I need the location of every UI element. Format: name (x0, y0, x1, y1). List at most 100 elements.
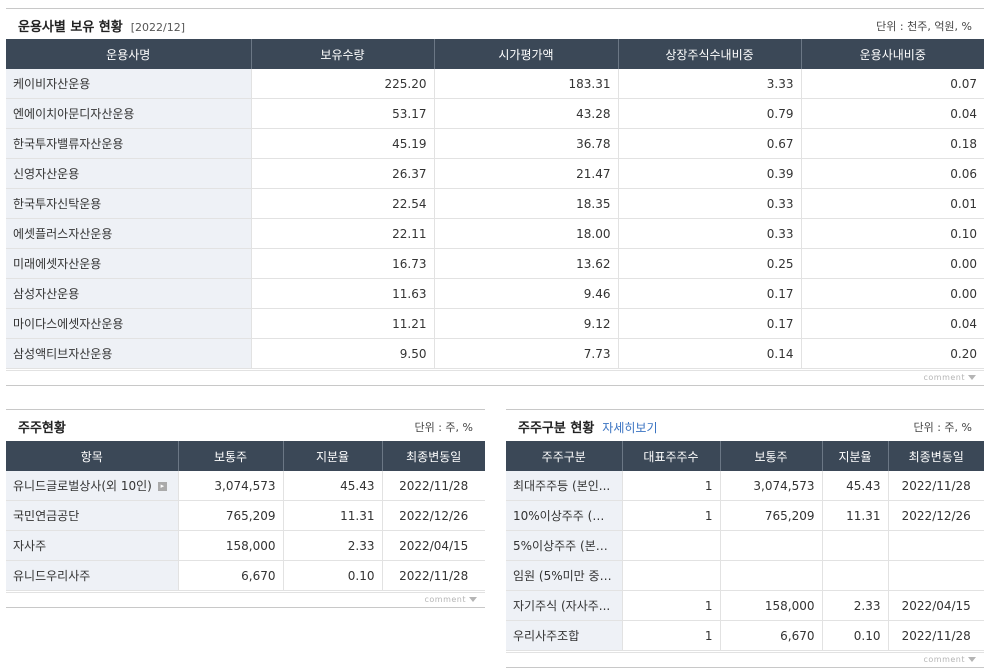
cell-value: 한국투자밸류자산운용 (13, 137, 124, 151)
shareholder-type-footer: comment (506, 652, 984, 668)
table-row: 엔에이치아문디자산운용 53.17 43.28 0.79 0.04 (6, 98, 984, 129)
cell-value: 0.79 (766, 106, 794, 121)
row-cell: 0.07 (801, 69, 984, 99)
fund-holdings-unit: 단위 : 천주, 억원, % (876, 20, 972, 33)
table-row: 에셋플러스자산운용 22.11 18.00 0.33 0.10 (6, 218, 984, 249)
table-header-row: 운용사명 보유수량 시가평가액 상장주식수내비중 운용사내비중 (6, 39, 984, 69)
table-header-row: 주주구분 대표주주수 보통주 지분율 최종변동일 (506, 441, 984, 471)
row-label: 자기주식 (자사주... (506, 590, 623, 621)
cell-value: 2022/12/26 (901, 508, 971, 523)
shareholder-type-table: 주주구분 대표주주수 보통주 지분율 최종변동일 최대주주등 (본인... 1 3,… (506, 441, 984, 651)
cell-value: 우리사주조합 (513, 629, 580, 643)
row-cell: 2022/11/28 (888, 620, 984, 651)
row-cell: 45.43 (283, 471, 383, 501)
row-cell: 2022/12/26 (888, 500, 984, 531)
cell-value: 13.62 (576, 256, 611, 271)
row-cell: 0.10 (283, 560, 383, 591)
col-header-share-ratio: 지분율 (283, 441, 383, 471)
row-cell: 11.31 (822, 500, 889, 531)
cell-value: 11.31 (340, 508, 375, 523)
row-cell: 0.18 (801, 128, 984, 159)
table-row: 5%이상주주 (본인... (506, 530, 984, 561)
shareholder-type-title-text: 주주구분 현황 (518, 421, 595, 436)
fund-holdings-title-text: 운용사별 보유 현황 (18, 20, 123, 35)
comment-toggle[interactable]: comment (923, 373, 976, 382)
row-cell: 2022/04/15 (382, 530, 485, 561)
cell-value: 3,074,573 (753, 478, 815, 493)
row-label: 삼성액티브자산운용 (6, 338, 252, 369)
cell-value: 6,670 (780, 628, 815, 643)
cell-value: 9.12 (583, 316, 611, 331)
cell-value: 0.67 (766, 136, 794, 151)
cell-value: 2.33 (853, 598, 881, 613)
table-row: 한국투자밸류자산운용 45.19 36.78 0.67 0.18 (6, 128, 984, 159)
row-label: 국민연금공단 (6, 500, 179, 531)
row-cell (822, 560, 889, 591)
cell-value: 0.04 (950, 316, 977, 331)
cell-value: 5%이상주주 (본인... (513, 539, 619, 553)
row-cell: 2022/11/28 (888, 471, 984, 501)
cell-value: 마이다스에셋자산운용 (13, 317, 124, 331)
cell-value: 0.00 (950, 286, 977, 301)
table-row: 우리사주조합 1 6,670 0.10 2022/11/28 (506, 620, 984, 651)
cell-value: 0.25 (766, 256, 794, 271)
cell-value: 에셋플러스자산운용 (13, 227, 113, 241)
row-cell: 3,074,573 (178, 471, 284, 501)
row-cell: 0.10 (801, 218, 984, 249)
comment-toggle[interactable]: comment (923, 655, 976, 664)
col-header-share-ratio: 지분율 (822, 441, 889, 471)
cell-value: 158,000 (225, 538, 276, 553)
table-row: 삼성액티브자산운용 9.50 7.73 0.14 0.20 (6, 338, 984, 369)
view-details-link[interactable]: 자세히보기 (602, 421, 657, 435)
row-cell: 11.31 (283, 500, 383, 531)
cell-value: 2022/04/15 (399, 538, 469, 553)
cell-value: 0.10 (347, 568, 375, 583)
cell-value: 임원 (5%미만 중, ... (513, 569, 619, 583)
chevron-down-icon (469, 597, 477, 602)
cell-value: 765,209 (225, 508, 276, 523)
shareholder-type-title: 주주구분 현황 자세히보기 (518, 417, 658, 436)
expand-icon[interactable]: ▸ (157, 482, 167, 491)
row-cell: 6,670 (178, 560, 284, 591)
row-cell (822, 530, 889, 561)
cell-value: 0.10 (950, 226, 977, 241)
table-row: 유니드글로벌상사(외 10인) ▸ 3,074,573 45.43 2022/11/28 (6, 471, 485, 501)
row-cell: 9.46 (434, 278, 619, 309)
row-cell: 11.63 (251, 278, 435, 309)
row-cell: 2022/12/26 (382, 500, 485, 531)
row-label: 신영자산운용 (6, 158, 252, 189)
row-cell: 3.33 (618, 69, 802, 99)
row-label: 임원 (5%미만 중, ... (506, 560, 623, 591)
cell-value: 3,074,573 (214, 478, 276, 493)
cell-value: 1 (704, 628, 713, 643)
cell-value: 11.31 (846, 508, 881, 523)
cell-value: 2022/11/28 (901, 628, 971, 643)
table-row: 삼성자산운용 11.63 9.46 0.17 0.00 (6, 278, 984, 309)
row-cell: 0.67 (618, 128, 802, 159)
cell-value: 2.33 (347, 538, 375, 553)
row-cell: 0.17 (618, 278, 802, 309)
shareholders-unit: 단위 : 주, % (414, 421, 473, 434)
row-cell: 225.20 (251, 69, 435, 99)
row-label: 10%이상주주 (본... (506, 500, 623, 531)
cell-value: 22.11 (392, 226, 427, 241)
row-label: 삼성자산운용 (6, 278, 252, 309)
col-header-last-change: 최종변동일 (382, 441, 485, 471)
cell-value: 9.46 (583, 286, 611, 301)
chevron-down-icon (968, 657, 976, 662)
row-cell: 22.54 (251, 188, 435, 219)
cell-value: 18.35 (576, 196, 611, 211)
cell-value: 45.43 (340, 478, 375, 493)
row-cell: 2022/04/15 (888, 590, 984, 621)
row-cell (888, 560, 984, 591)
comment-toggle[interactable]: comment (424, 595, 477, 604)
row-label: 한국투자밸류자산운용 (6, 128, 252, 159)
col-header-listed-ratio: 상장주식수내비중 (618, 39, 802, 69)
comment-label: comment (923, 655, 965, 664)
cell-value: 삼성액티브자산운용 (13, 347, 113, 361)
row-cell: 43.28 (434, 98, 619, 129)
cell-value: 10%이상주주 (본... (513, 509, 615, 523)
row-label: 5%이상주주 (본인... (506, 530, 623, 561)
row-cell: 1 (622, 590, 721, 621)
row-cell: 0.00 (801, 278, 984, 309)
